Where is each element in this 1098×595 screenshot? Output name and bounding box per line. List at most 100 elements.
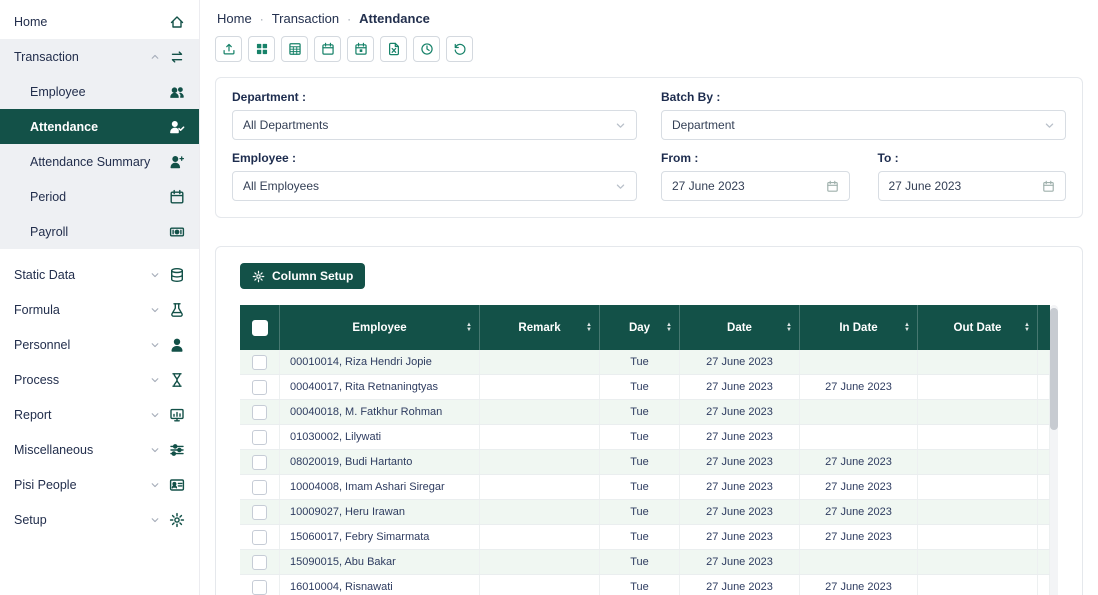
sidebar-item-icons	[150, 337, 185, 353]
sidebar-item-payroll[interactable]: Payroll	[0, 214, 199, 249]
chevron-down-icon	[1044, 120, 1055, 131]
breadcrumb: Home·Transaction·Attendance	[215, 0, 1083, 34]
vertical-scrollbar[interactable]	[1050, 305, 1058, 595]
breadcrumb-item-transaction[interactable]: Transaction	[272, 11, 339, 26]
out-date-column-header[interactable]: Out Date ▲▼	[918, 305, 1038, 350]
sidebar-item-formula[interactable]: Formula	[0, 292, 199, 327]
breadcrumb-separator: ·	[347, 12, 351, 26]
table-view-button[interactable]	[281, 36, 308, 62]
calendar-day-view-button[interactable]	[347, 36, 374, 62]
sidebar-item-label: Attendance	[30, 120, 98, 134]
person-icon	[169, 337, 185, 353]
row-checkbox[interactable]	[252, 580, 267, 595]
attendance-table: Employee ▲▼ Remark ▲▼ Day ▲▼ Date ▲▼	[240, 305, 1058, 595]
table-header: Employee ▲▼ Remark ▲▼ Day ▲▼ Date ▲▼	[240, 305, 1050, 350]
sidebar-item-home[interactable]: Home	[0, 4, 199, 39]
attendance-icon	[169, 119, 185, 135]
clock-button[interactable]	[413, 36, 440, 62]
remark-cell	[480, 450, 600, 474]
sidebar-item-employee[interactable]: Employee	[0, 74, 199, 109]
refresh-button[interactable]	[446, 36, 473, 62]
sidebar-item-period[interactable]: Period	[0, 179, 199, 214]
sidebar-item-icons	[150, 372, 185, 388]
employee-select[interactable]: All Employees	[232, 171, 637, 201]
row-checkbox[interactable]	[252, 430, 267, 445]
sidebar-item-attendance[interactable]: Attendance	[0, 109, 199, 144]
chevron-down-icon	[150, 515, 160, 525]
sidebar-item-personnel[interactable]: Personnel	[0, 327, 199, 362]
row-checkbox[interactable]	[252, 480, 267, 495]
grid-view-button[interactable]	[248, 36, 275, 62]
date-cell: 27 June 2023	[680, 350, 800, 374]
sidebar-item-icons	[150, 442, 185, 458]
select-all-checkbox[interactable]	[252, 320, 268, 336]
row-checkbox[interactable]	[252, 530, 267, 545]
sidebar-item-attendance-summary[interactable]: Attendance Summary	[0, 144, 199, 179]
employee-cell: 15060017, Febry Simarmata	[280, 525, 480, 549]
row-checkbox-cell	[240, 450, 280, 474]
in-date-column-header[interactable]: In Date ▲▼	[800, 305, 918, 350]
table-panel: Column Setup Employee ▲▼ Remark ▲▼	[215, 246, 1083, 595]
day-cell: Tue	[600, 500, 680, 524]
in-date-cell: 27 June 2023	[800, 575, 918, 595]
sidebar-item-static-data[interactable]: Static Data	[0, 257, 199, 292]
truncated-cell	[1038, 575, 1050, 595]
in-date-cell	[800, 550, 918, 574]
remark-column-header[interactable]: Remark ▲▼	[480, 305, 600, 350]
out-date-cell	[918, 475, 1038, 499]
row-checkbox-cell	[240, 525, 280, 549]
export-excel-button[interactable]	[380, 36, 407, 62]
row-checkbox[interactable]	[252, 505, 267, 520]
employee-cell: 00040018, M. Fatkhur Rohman	[280, 400, 480, 424]
truncated-cell	[1038, 475, 1050, 499]
sidebar-item-setup[interactable]: Setup	[0, 502, 199, 537]
column-setup-button[interactable]: Column Setup	[240, 263, 365, 289]
batch-by-select[interactable]: Department	[661, 110, 1066, 140]
upload-button[interactable]	[215, 36, 242, 62]
in-date-cell	[800, 400, 918, 424]
to-date-input[interactable]: 27 June 2023	[878, 171, 1067, 201]
out-date-cell	[918, 400, 1038, 424]
sidebar-item-pisi-people[interactable]: Pisi People	[0, 467, 199, 502]
row-checkbox[interactable]	[252, 355, 267, 370]
employee-cell: 08020019, Budi Hartanto	[280, 450, 480, 474]
table-row: 15090015, Abu BakarTue27 June 2023	[240, 550, 1050, 575]
sidebar-item-transaction[interactable]: Transaction	[0, 39, 199, 74]
row-checkbox[interactable]	[252, 380, 267, 395]
remark-cell	[480, 500, 600, 524]
chevron-up-icon	[150, 52, 160, 62]
date-cell: 27 June 2023	[680, 500, 800, 524]
employees-icon	[169, 84, 185, 100]
day-cell: Tue	[600, 575, 680, 595]
sidebar-item-report[interactable]: Report	[0, 397, 199, 432]
row-checkbox[interactable]	[252, 455, 267, 470]
payroll-icon	[169, 224, 185, 240]
column-label: Day	[629, 322, 650, 334]
sidebar-item-process[interactable]: Process	[0, 362, 199, 397]
out-date-cell	[918, 425, 1038, 449]
department-select[interactable]: All Departments	[232, 110, 637, 140]
employee-column-header[interactable]: Employee ▲▼	[280, 305, 480, 350]
date-column-header[interactable]: Date ▲▼	[680, 305, 800, 350]
sidebar-item-icons	[150, 49, 185, 65]
day-column-header[interactable]: Day ▲▼	[600, 305, 680, 350]
from-date-input[interactable]: 27 June 2023	[661, 171, 850, 201]
grid-icon	[255, 42, 269, 56]
row-checkbox[interactable]	[252, 555, 267, 570]
calendar-view-button[interactable]	[314, 36, 341, 62]
to-filter: To : 27 June 2023	[878, 151, 1067, 201]
breadcrumb-item-home[interactable]: Home	[217, 11, 252, 26]
sidebar-item-miscellaneous[interactable]: Miscellaneous	[0, 432, 199, 467]
day-cell: Tue	[600, 350, 680, 374]
sliders-icon	[169, 442, 185, 458]
in-date-cell: 27 June 2023	[800, 475, 918, 499]
excel-icon	[387, 42, 401, 56]
row-checkbox[interactable]	[252, 405, 267, 420]
truncated-cell	[1038, 550, 1050, 574]
scrollbar-thumb[interactable]	[1050, 308, 1058, 430]
remark-cell	[480, 400, 600, 424]
table-row: 00040017, Rita RetnaningtyasTue27 June 2…	[240, 375, 1050, 400]
out-date-cell	[918, 500, 1038, 524]
sidebar-item-icons	[150, 477, 185, 493]
sort-icon: ▲▼	[586, 323, 592, 333]
